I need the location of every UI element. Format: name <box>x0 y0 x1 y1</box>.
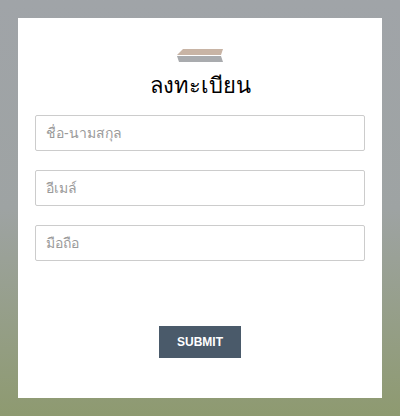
text-field[interactable] <box>35 225 365 261</box>
submit-button[interactable]: SUBMIT <box>159 326 241 358</box>
logo-icon <box>177 49 223 63</box>
field-list <box>35 115 365 261</box>
page: ลงทะเบียน SUBMIT <box>0 0 400 416</box>
text-field[interactable] <box>35 170 365 206</box>
text-field[interactable] <box>35 115 365 151</box>
registration-card: ลงทะเบียน SUBMIT <box>18 18 382 398</box>
form-title: ลงทะเบียน <box>150 71 251 101</box>
